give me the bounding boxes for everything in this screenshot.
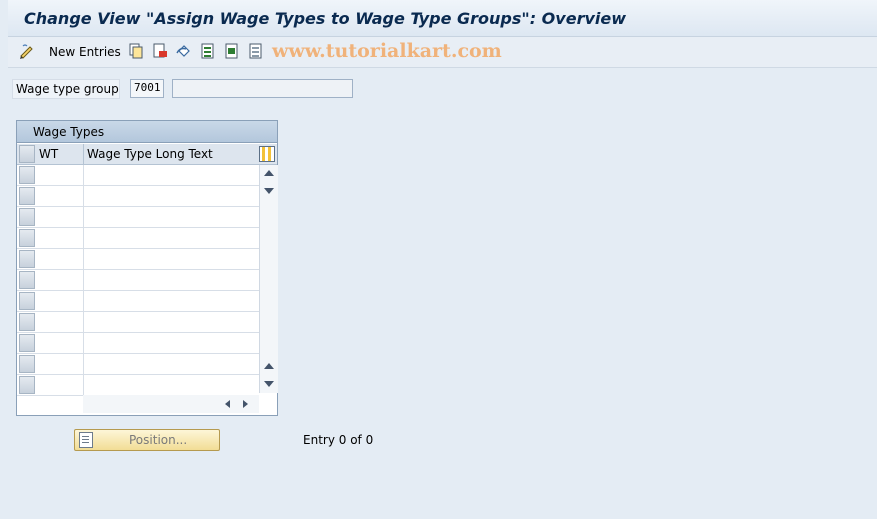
table-row[interactable] [17,228,259,249]
table-row[interactable] [17,249,259,270]
table-title: Wage Types [33,125,105,139]
table-row[interactable] [17,333,259,354]
table-title-bar: Wage Types [17,121,277,143]
table-row[interactable] [17,312,259,333]
cell-long-text [87,168,257,182]
delete-icon[interactable] [152,43,168,59]
watermark: www.tutorialkart.com [272,40,502,62]
cell-wt[interactable] [39,357,81,371]
table-row[interactable] [17,354,259,375]
table-row[interactable] [17,186,259,207]
table-header: WT Wage Type Long Text [17,144,277,165]
row-selector-button[interactable] [19,250,35,268]
cell-wt[interactable] [39,294,81,308]
cell-wt[interactable] [39,231,81,245]
scroll-left-icon[interactable] [225,400,230,408]
row-selector-button[interactable] [19,334,35,352]
row-selector-button[interactable] [19,208,35,226]
row-selector-button[interactable] [19,355,35,373]
cell-long-text [87,336,257,350]
wage-type-group-label: Wage type group [12,79,120,99]
entry-counter: Entry 0 of 0 [303,433,374,447]
cell-wt[interactable] [39,315,81,329]
row-selector-button[interactable] [19,271,35,289]
row-selector-button[interactable] [19,229,35,247]
table-row[interactable] [17,207,259,228]
scroll-right-icon[interactable] [243,400,248,408]
title-bar: Change View "Assign Wage Types to Wage T… [8,0,877,37]
edit-pencil-icon[interactable] [19,43,35,59]
table-row[interactable] [17,375,259,396]
page-down-icon[interactable] [264,188,274,194]
new-entries-button[interactable]: New Entries [49,45,121,59]
cell-wt[interactable] [39,252,81,266]
wage-types-table: Wage Types WT Wage Type Long Text [16,120,278,416]
cell-wt[interactable] [39,336,81,350]
table-row[interactable] [17,165,259,186]
cell-long-text [87,294,257,308]
wage-type-group-description [172,79,353,98]
cell-wt[interactable] [39,378,81,392]
column-header-wt[interactable]: WT [39,147,58,161]
scroll-down-icon[interactable] [264,381,274,387]
cell-wt[interactable] [39,189,81,203]
deselect-all-icon[interactable] [248,43,264,59]
wage-type-group-field[interactable]: 7001 [130,79,164,98]
cell-long-text [87,315,257,329]
cell-long-text [87,357,257,371]
cell-long-text [87,189,257,203]
application-toolbar: New Entries www.tutorialkart.com [8,37,877,68]
page-up-icon[interactable] [264,363,274,369]
cell-long-text [87,378,257,392]
cell-long-text [87,252,257,266]
page-title: Change View "Assign Wage Types to Wage T… [24,9,626,28]
copy-icon[interactable] [128,43,144,59]
horizontal-scrollbar[interactable] [83,395,259,413]
column-header-long-text[interactable]: Wage Type Long Text [87,147,213,161]
table-settings-icon[interactable] [259,146,275,162]
row-selector-button[interactable] [19,187,35,205]
row-selector-button[interactable] [19,376,35,394]
cell-long-text [87,273,257,287]
table-row[interactable] [17,291,259,312]
table-row[interactable] [17,270,259,291]
column-divider [83,165,84,395]
select-all-rows-button[interactable] [19,145,35,163]
vertical-scrollbar[interactable] [259,165,278,393]
cell-wt[interactable] [39,210,81,224]
row-selector-button[interactable] [19,313,35,331]
cell-long-text [87,231,257,245]
position-button[interactable]: Position... [74,429,220,451]
scroll-up-icon[interactable] [264,170,274,176]
undo-icon[interactable] [176,43,192,59]
column-separator [83,144,84,164]
cell-wt[interactable] [39,273,81,287]
cell-wt[interactable] [39,168,81,182]
select-block-icon[interactable] [224,43,240,59]
row-selector-button[interactable] [19,292,35,310]
position-button-label: Position... [129,433,188,447]
cell-long-text [87,210,257,224]
row-selector-button[interactable] [19,166,35,184]
select-all-icon[interactable] [200,43,216,59]
position-icon [79,432,93,448]
